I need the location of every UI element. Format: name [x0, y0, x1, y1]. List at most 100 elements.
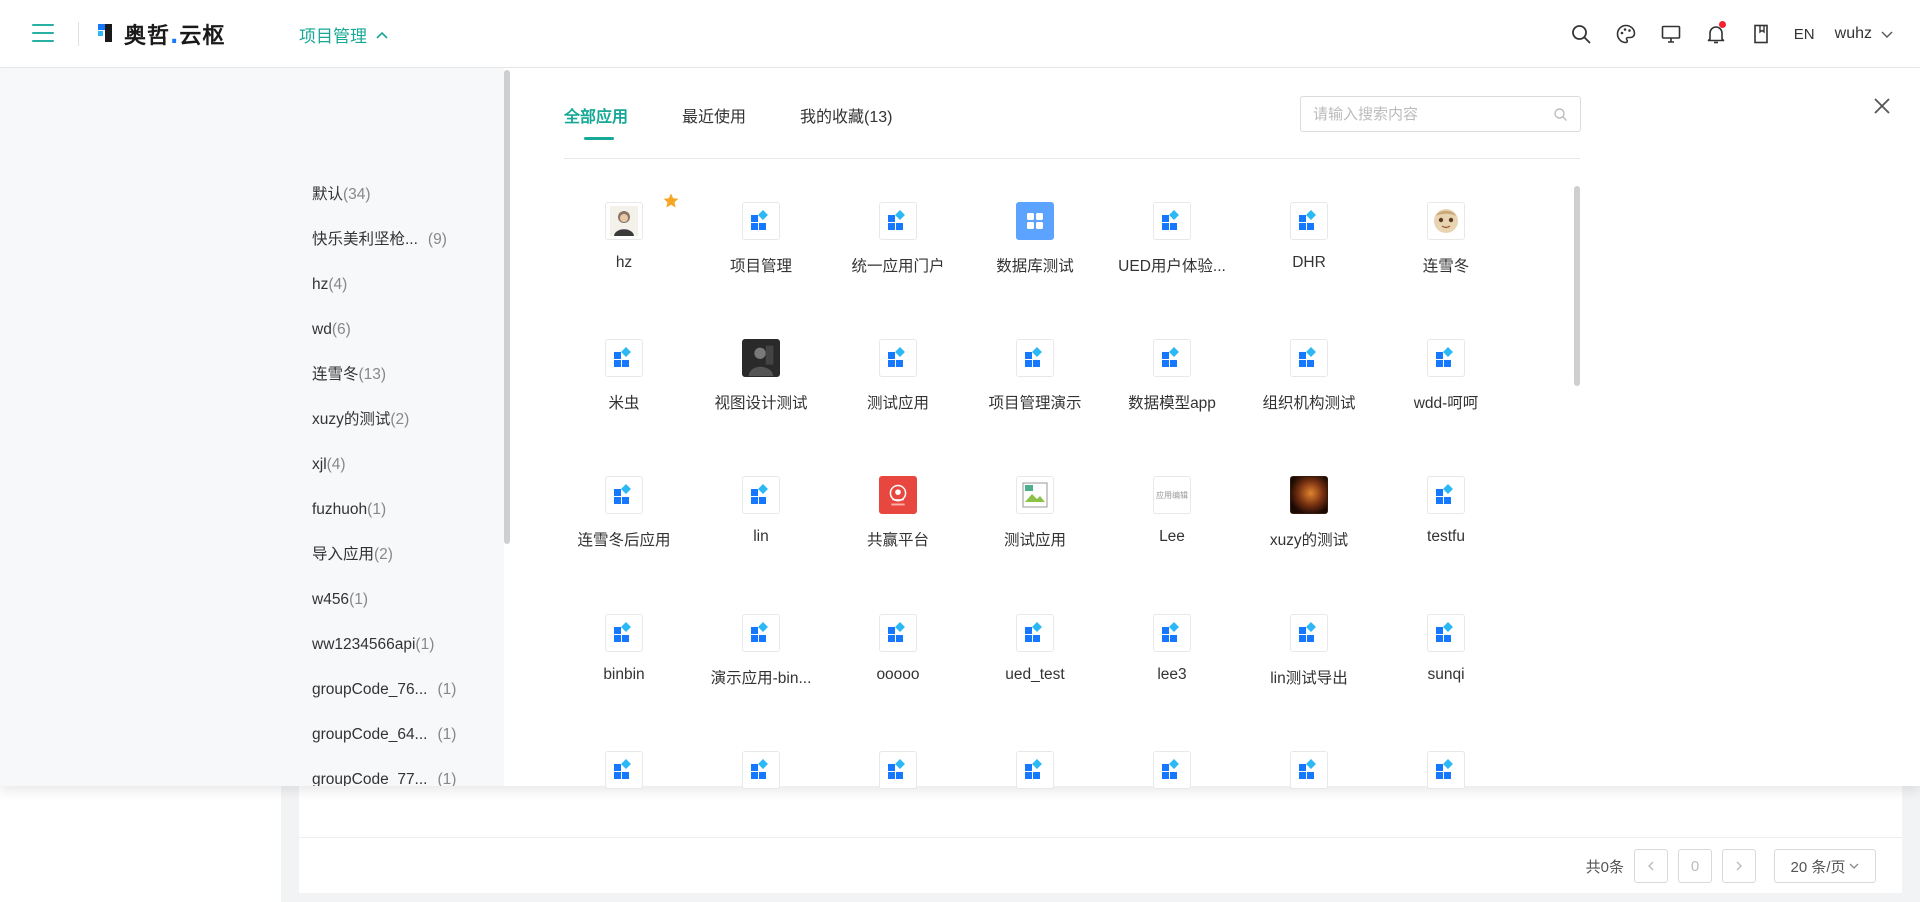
- current-page-number[interactable]: 0: [1678, 849, 1712, 883]
- group-item[interactable]: 默认(34): [312, 184, 371, 206]
- app-label: 项目管理: [729, 258, 792, 275]
- group-item[interactable]: wd(6): [312, 319, 351, 341]
- app-label: UED用户体验...: [1118, 258, 1226, 275]
- app-tile[interactable]: 数据模型app: [1112, 339, 1232, 435]
- app-grid-icon: [605, 339, 643, 377]
- group-item[interactable]: groupCode_76... (1): [312, 679, 456, 701]
- top-header: 奥哲.云枢 项目管理 EN wuhz: [0, 0, 1920, 68]
- group-item[interactable]: 连雪冬(13): [312, 364, 386, 386]
- group-item[interactable]: 导入应用(2): [312, 544, 393, 566]
- group-item[interactable]: fuzhuoh(1): [312, 499, 386, 521]
- search-icon[interactable]: [1553, 107, 1568, 122]
- app-tile[interactable]: 组织机构测试: [1249, 339, 1369, 435]
- tab-favorites[interactable]: 我的收藏(13): [800, 106, 892, 140]
- next-page-button[interactable]: [1722, 849, 1756, 883]
- app-label: lin测试导出: [1270, 670, 1348, 687]
- book-icon[interactable]: [1750, 23, 1772, 45]
- photo-portrait-icon: [742, 339, 780, 377]
- group-count: (1): [437, 726, 457, 743]
- app-tile[interactable]: 数据库测试: [975, 202, 1095, 298]
- app-tile[interactable]: [838, 751, 958, 847]
- app-label: 连雪冬: [1422, 258, 1470, 275]
- apps-scrollbar-thumb[interactable]: [1574, 186, 1580, 386]
- app-tile[interactable]: 项目管理演示: [975, 339, 1095, 435]
- app-tile[interactable]: testfu: [1386, 476, 1506, 572]
- bell-icon[interactable]: [1705, 21, 1727, 45]
- favorite-star-icon[interactable]: [662, 192, 680, 210]
- logo[interactable]: 奥哲.云枢: [96, 20, 225, 49]
- app-tile[interactable]: UED用户体验...: [1112, 202, 1232, 298]
- tab-recent[interactable]: 最近使用: [682, 106, 746, 140]
- page-size-select[interactable]: 20 条/页: [1774, 849, 1876, 883]
- app-tile[interactable]: lin测试导出: [1249, 614, 1369, 710]
- app-tile[interactable]: [975, 751, 1095, 847]
- app-tile[interactable]: lee3: [1112, 614, 1232, 710]
- avatar-person-icon: [605, 202, 643, 240]
- app-tile[interactable]: DHR: [1249, 202, 1369, 298]
- group-count: (1): [437, 771, 457, 786]
- group-item[interactable]: groupCode_77... (1): [312, 769, 456, 786]
- app-label: xuzy的测试: [1269, 532, 1349, 549]
- app-tile[interactable]: 演示应用-bin...: [701, 614, 821, 710]
- search-icon[interactable]: [1570, 23, 1592, 45]
- app-tile[interactable]: [1386, 751, 1506, 847]
- app-tile[interactable]: xuzy的测试: [1249, 476, 1369, 572]
- group-count: (1): [437, 681, 457, 698]
- app-tile[interactable]: [1112, 751, 1232, 847]
- app-tile[interactable]: 视图设计测试: [701, 339, 821, 435]
- group-item[interactable]: groupCode_64... (1): [312, 724, 456, 746]
- username: wuhz: [1834, 25, 1872, 42]
- prev-page-button[interactable]: [1634, 849, 1668, 883]
- app-tile[interactable]: ooooo: [838, 614, 958, 710]
- app-grid-icon: [742, 476, 780, 514]
- app-grid-icon: [1016, 751, 1054, 789]
- logo-mark-icon: [98, 24, 112, 42]
- app-tile[interactable]: ued_test: [975, 614, 1095, 710]
- app-tile[interactable]: 共赢平台: [838, 476, 958, 572]
- tab-all-apps[interactable]: 全部应用: [564, 106, 628, 140]
- app-tile[interactable]: 连雪冬: [1386, 202, 1506, 298]
- group-name: ww1234566api: [312, 636, 416, 653]
- group-item[interactable]: w456(1): [312, 589, 368, 611]
- app-tile[interactable]: 项目管理: [701, 202, 821, 298]
- app-tile[interactable]: [1249, 751, 1369, 847]
- app-tile[interactable]: 统一应用门户: [838, 202, 958, 298]
- app-tile[interactable]: [564, 751, 684, 847]
- app-tile[interactable]: hz: [564, 193, 684, 298]
- project-nav-dropdown[interactable]: 项目管理: [299, 22, 389, 47]
- app-launcher-panel: 默认(34) 快乐美利坚枪... (9) hz(4) wd(6) 连雪冬(13) xuzy的…: [0, 68, 1920, 789]
- app-tile[interactable]: 应用编辑 Lee: [1112, 476, 1232, 572]
- group-item[interactable]: ww1234566api(1): [312, 634, 434, 656]
- group-item[interactable]: xuzy的测试(2): [312, 409, 409, 431]
- app-tile[interactable]: 测试应用: [838, 339, 958, 435]
- group-item[interactable]: xjl(4): [312, 454, 346, 476]
- group-item[interactable]: hz(4): [312, 274, 347, 296]
- app-tile[interactable]: 测试应用: [975, 476, 1095, 572]
- apps-area: 全部应用 最近使用 我的收藏(13) hz 项目管理 统一应用门户 数据库测试 UED用…: [510, 68, 1920, 789]
- palette-icon[interactable]: [1615, 23, 1637, 45]
- app-search-box: [1300, 96, 1581, 132]
- app-tile[interactable]: 连雪冬后应用: [564, 476, 684, 572]
- app-tile[interactable]: binbin: [564, 614, 684, 710]
- app-tile[interactable]: [701, 751, 821, 847]
- chevron-left-icon: [1648, 861, 1654, 871]
- app-tile[interactable]: wdd-呵呵: [1386, 339, 1506, 435]
- app-grid-icon: [1153, 339, 1191, 377]
- red-platform-icon: [879, 476, 917, 514]
- app-tile[interactable]: 米虫: [564, 339, 684, 435]
- group-name: 导入应用: [312, 546, 375, 563]
- text-thumbnail-icon: 应用编辑: [1153, 476, 1191, 514]
- group-count: (34): [343, 186, 371, 203]
- app-tile[interactable]: sunqi: [1386, 614, 1506, 710]
- group-count: (1): [415, 636, 435, 653]
- app-search-input[interactable]: [1301, 97, 1531, 131]
- close-icon[interactable]: [1870, 94, 1894, 118]
- menu-hamburger-icon[interactable]: [32, 24, 54, 42]
- group-item[interactable]: 快乐美利坚枪... (9): [312, 229, 447, 251]
- group-count: (2): [374, 546, 393, 563]
- language-toggle[interactable]: EN: [1794, 26, 1815, 43]
- app-tile[interactable]: lin: [701, 476, 821, 572]
- broken-image-icon: [1016, 476, 1054, 514]
- user-menu[interactable]: wuhz: [1835, 25, 1894, 43]
- monitor-icon[interactable]: [1660, 23, 1682, 45]
